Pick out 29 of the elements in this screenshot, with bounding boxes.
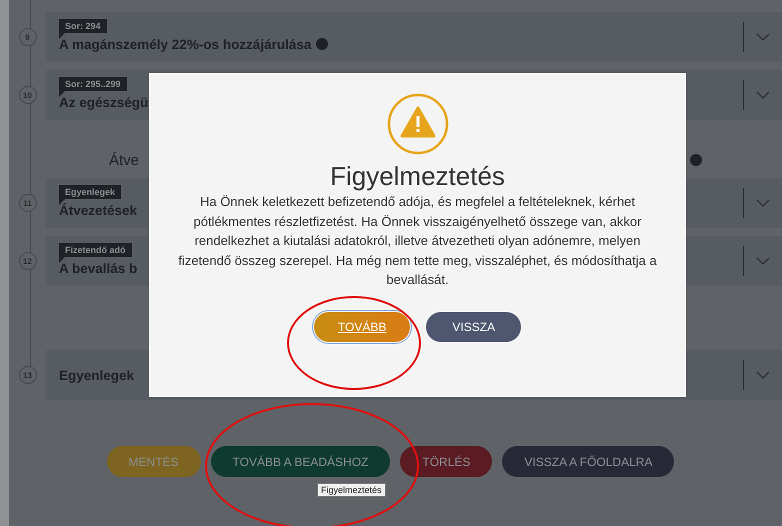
section-title: Az egészségü — [59, 94, 148, 110]
note-text: Átve — [109, 152, 140, 168]
warning-icon — [386, 93, 448, 155]
section-title: A bevallás b — [59, 260, 138, 276]
tooltip: Figyelmeztetés — [317, 483, 386, 497]
chevron-down-icon[interactable] — [756, 199, 770, 207]
back-button[interactable]: VISSZA — [426, 312, 522, 342]
chevron-down-icon[interactable] — [756, 257, 770, 265]
action-button[interactable]: TÖRLÉS — [400, 446, 492, 477]
step-number: 9 — [18, 28, 36, 46]
step-number: 12 — [18, 252, 36, 270]
section-title: Egyenlegek — [59, 368, 134, 382]
action-button[interactable]: VISSZA A FŐOLDALRA — [502, 446, 674, 477]
tag-pointer — [59, 32, 65, 38]
chevron-down-icon[interactable] — [756, 91, 770, 99]
tag-pointer — [59, 256, 65, 262]
step-number: 10 — [18, 86, 36, 104]
chevron-down-icon[interactable] — [756, 371, 770, 379]
section-title: A magánszemély 22%-os hozzájárulása — [59, 36, 328, 52]
section-title: Átvezetések — [59, 202, 138, 218]
step-number: 13 — [18, 366, 36, 384]
action-button[interactable]: TOVÁBB A BEADÁSHOZ — [210, 446, 390, 477]
tag-pointer — [59, 90, 65, 96]
tag-pointer — [59, 198, 65, 204]
dialog-message: Ha Önnek keletkezett befizetendő adója, és megfelel a feltételeknek, kérhet pótlékmentes részletfizetést. Ha Önnek visszaigényelhető összege van, akkor rendelkezhet a kiutalási adatokról, illetve átvezetheti olyan adónemre, melyen fizetendő összeg szerepel. Ha még nem tette meg, visszaléphet, és módosíthatja a bevallását. — [177, 193, 658, 289]
dialog-title: Figyelmeztetés — [330, 161, 505, 192]
continue-button[interactable]: TOVÁBB — [314, 312, 410, 342]
chevron-down-icon[interactable] — [756, 33, 770, 41]
section-card[interactable]: Sor: 294 A magánszemély 22%-os hozzájárulása — [46, 12, 782, 62]
